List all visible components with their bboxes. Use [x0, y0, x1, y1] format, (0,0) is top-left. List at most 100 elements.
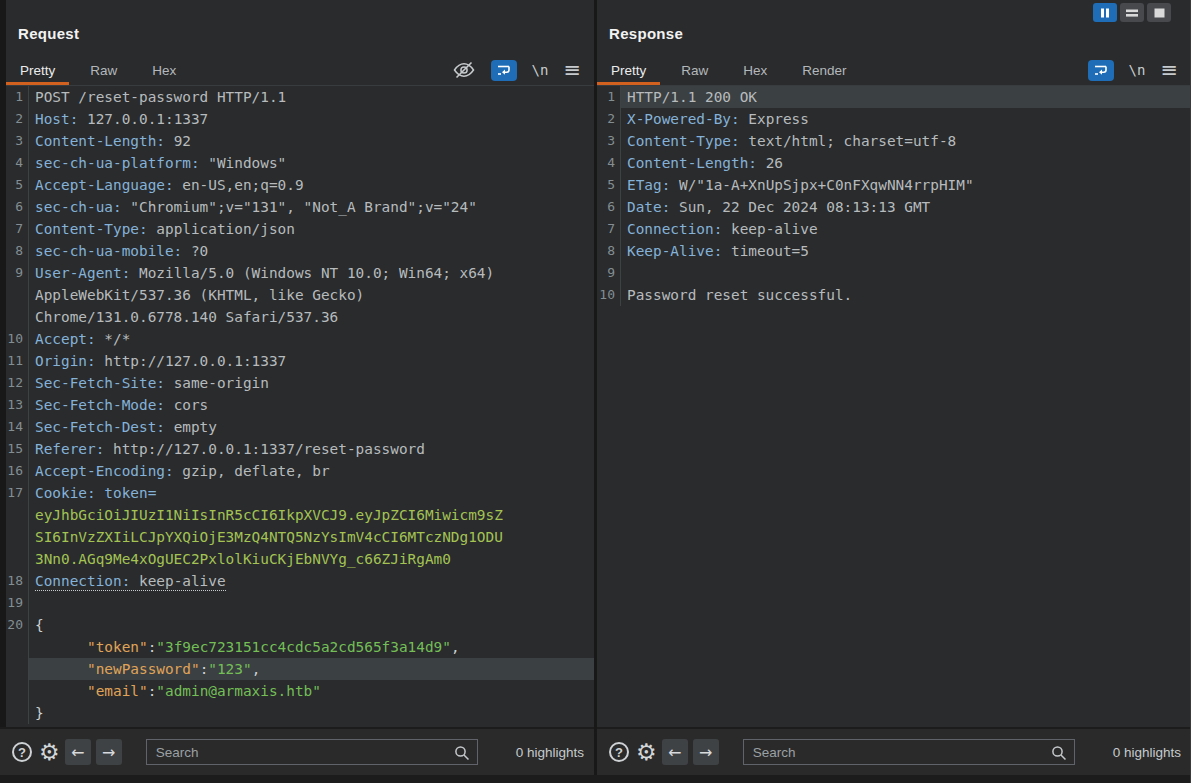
- line-number: 4: [6, 152, 29, 174]
- word-wrap-button[interactable]: [491, 60, 517, 81]
- response-title: Response: [609, 25, 683, 42]
- search-input[interactable]: [147, 745, 477, 760]
- request-title: Request: [18, 25, 79, 42]
- tab-raw[interactable]: Raw: [76, 58, 131, 85]
- response-header-icons: \n ≡: [1088, 58, 1191, 85]
- settings-gear-icon[interactable]: ⚙: [39, 741, 60, 764]
- code-row: 5ETag: W/"1a-A+XnUpSjpx+C0nFXqwNN4rrpHIM…: [597, 174, 1191, 196]
- editor-menu-icon[interactable]: ≡: [563, 60, 581, 81]
- code-line: POST /reset-password HTTP/1.1: [29, 86, 594, 108]
- code-line: Sec-Fetch-Site: same-origin: [29, 372, 594, 394]
- code-line: ETag: W/"1a-A+XnUpSjpx+C0nFXqwNN4rrpHIM": [621, 174, 1191, 196]
- code-row: 7Connection: keep-alive: [597, 218, 1191, 240]
- code-line: AppleWebKit/537.36 (KHTML, like Gecko): [29, 284, 594, 306]
- search-icon: [1051, 745, 1067, 765]
- line-number: 17: [6, 482, 29, 504]
- line-number: [6, 680, 29, 702]
- code-line: Content-Type: application/json: [29, 218, 594, 240]
- line-number: 6: [6, 196, 29, 218]
- code-row: 3Content-Length: 92: [6, 130, 594, 152]
- code-line: Connection: keep-alive: [29, 570, 594, 592]
- code-line: Origin: http://127.0.0.1:1337: [29, 350, 594, 372]
- code-row: 4sec-ch-ua-platform: "Windows": [6, 152, 594, 174]
- code-line: Sec-Fetch-Mode: cors: [29, 394, 594, 416]
- line-number: 5: [6, 174, 29, 196]
- code-line: Chrome/131.0.6778.140 Safari/537.36: [29, 306, 594, 328]
- highlights-count: 0 highlights: [516, 745, 584, 760]
- line-number: 10: [597, 284, 621, 306]
- code-row: "email":"admin@armaxis.htb": [6, 680, 594, 702]
- code-line: Referer: http://127.0.0.1:1337/reset-pas…: [29, 438, 594, 460]
- next-match-button[interactable]: →: [96, 739, 122, 765]
- prev-match-button[interactable]: ←: [662, 739, 688, 765]
- newline-toggle-icon[interactable]: \n: [1129, 62, 1146, 78]
- line-number: [6, 636, 29, 658]
- tab-pretty[interactable]: Pretty: [6, 58, 69, 85]
- code-row: 11Origin: http://127.0.0.1:1337: [6, 350, 594, 372]
- code-line: {: [29, 614, 594, 636]
- code-row: 5Accept-Language: en-US,en;q=0.9: [6, 174, 594, 196]
- code-row: Chrome/131.0.6778.140 Safari/537.36: [6, 306, 594, 328]
- search-box: [146, 739, 478, 765]
- code-line: HTTP/1.1 200 OK: [621, 86, 1191, 108]
- tab-pretty[interactable]: Pretty: [597, 58, 660, 85]
- code-row: 6sec-ch-ua: "Chromium";v="131", "Not_A B…: [6, 196, 594, 218]
- code-row: 6Date: Sun, 22 Dec 2024 08:13:13 GMT: [597, 196, 1191, 218]
- code-row: 2Host: 127.0.0.1:1337: [6, 108, 594, 130]
- line-number: [6, 658, 29, 680]
- tab-render[interactable]: Render: [788, 58, 860, 85]
- help-icon[interactable]: ?: [12, 742, 32, 762]
- code-row: 20{: [6, 614, 594, 636]
- code-line: Accept-Encoding: gzip, deflate, br: [29, 460, 594, 482]
- code-line: "email":"admin@armaxis.htb": [29, 680, 594, 702]
- code-row: eyJhbGciOiJIUzI1NiIsInR5cCI6IkpXVCJ9.eyJ…: [6, 504, 594, 526]
- code-line: eyJhbGciOiJIUzI1NiIsInR5cCI6IkpXVCJ9.eyJ…: [29, 504, 594, 526]
- search-icon: [454, 745, 470, 765]
- line-number: 20: [6, 614, 29, 636]
- response-editor[interactable]: 1HTTP/1.1 200 OK2X-Powered-By: Express3C…: [597, 86, 1191, 727]
- code-line: Content-Length: 92: [29, 130, 594, 152]
- code-row: AppleWebKit/537.36 (KHTML, like Gecko): [6, 284, 594, 306]
- line-number: 3: [597, 130, 621, 152]
- code-line: Cookie: token=: [29, 482, 594, 504]
- line-number: 2: [6, 108, 29, 130]
- code-row: 10Accept: */*: [6, 328, 594, 350]
- code-row: 18Connection: keep-alive: [6, 570, 594, 592]
- request-header-icons: \n ≡: [452, 58, 594, 85]
- next-match-button[interactable]: →: [693, 739, 719, 765]
- highlights-count: 0 highlights: [1113, 745, 1181, 760]
- line-number: 9: [597, 262, 621, 284]
- settings-gear-icon[interactable]: ⚙: [636, 741, 657, 764]
- code-row: 8Keep-Alive: timeout=5: [597, 240, 1191, 262]
- help-icon[interactable]: ?: [609, 742, 629, 762]
- code-line: "token":"3f9ec723151cc4cdc5a2cd565f3a14d…: [29, 636, 594, 658]
- newline-toggle-icon[interactable]: \n: [532, 62, 549, 78]
- tab-raw[interactable]: Raw: [667, 58, 722, 85]
- code-row: "token":"3f9ec723151cc4cdc5a2cd565f3a14d…: [6, 636, 594, 658]
- editor-menu-icon[interactable]: ≡: [1160, 60, 1178, 81]
- request-editor[interactable]: 1POST /reset-password HTTP/1.12Host: 127…: [6, 86, 594, 727]
- prev-match-button[interactable]: ←: [65, 739, 91, 765]
- line-number: 8: [597, 240, 621, 262]
- line-number: 15: [6, 438, 29, 460]
- code-row: }: [6, 702, 594, 724]
- word-wrap-button[interactable]: [1088, 60, 1114, 81]
- code-row: 12Sec-Fetch-Site: same-origin: [6, 372, 594, 394]
- tab-hex[interactable]: Hex: [729, 58, 781, 85]
- line-number: [6, 504, 29, 526]
- hide-eye-icon[interactable]: [452, 61, 476, 79]
- line-number: 12: [6, 372, 29, 394]
- code-row: 8sec-ch-ua-mobile: ?0: [6, 240, 594, 262]
- tab-hex[interactable]: Hex: [138, 58, 190, 85]
- request-tabs: Pretty Raw Hex \n ≡: [6, 58, 594, 86]
- code-row: 15Referer: http://127.0.0.1:1337/reset-p…: [6, 438, 594, 460]
- code-row: 1POST /reset-password HTTP/1.1: [6, 86, 594, 108]
- panel-divider[interactable]: [594, 0, 597, 775]
- search-input[interactable]: [744, 745, 1074, 760]
- code-row: SI6InVzZXIiLCJpYXQiOjE3MzQ4NTQ5NzYsImV4c…: [6, 526, 594, 548]
- request-panel: Request Pretty Raw Hex \n ≡ 1POST /reset-p…: [6, 0, 594, 727]
- line-number: 1: [597, 86, 621, 108]
- request-search-bar: ? ⚙ ← → 0 highlights: [0, 727, 594, 775]
- code-row: 19: [6, 592, 594, 614]
- code-line: Password reset successful.: [621, 284, 1191, 306]
